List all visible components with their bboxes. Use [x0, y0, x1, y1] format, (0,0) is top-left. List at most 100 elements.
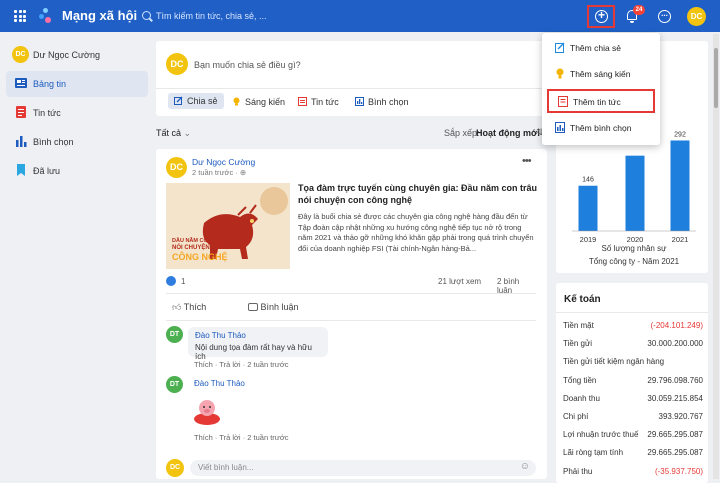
composer-input[interactable]: Bạn muốn chia sẻ điều gì?	[194, 60, 301, 70]
add-news-menu-item[interactable]: Thêm tin tức	[547, 89, 655, 113]
comment-time: 2 tuần trước	[247, 360, 289, 369]
add-initiative-menu-item[interactable]: Thêm sáng kiến	[546, 63, 656, 85]
emoji-icon[interactable]: ☺	[520, 461, 530, 472]
add-menu-dropdown: Thêm chia sẻ Thêm sáng kiến Thêm tin tức…	[542, 33, 660, 145]
more-options-icon[interactable]: ...	[658, 10, 671, 23]
sidebar-profile[interactable]: DC Dư Ngọc Cường	[6, 42, 148, 68]
action-label: Chia sẻ	[187, 96, 218, 106]
comment-bubble: Đào Thu Thảo Nội dung tọa đàm rất hay và…	[188, 327, 328, 361]
search-icon	[142, 11, 151, 20]
poll-action-button[interactable]: Bình chọn	[355, 97, 409, 107]
accounting-label: Lợi nhuận trước thuế	[563, 430, 639, 440]
initiative-action-button[interactable]: Sáng kiến	[232, 97, 285, 107]
scrollbar-thumb[interactable]	[714, 48, 718, 108]
poll-add-icon	[555, 122, 565, 133]
bar-2019[interactable]	[578, 185, 598, 231]
comment-button[interactable]: Bình luận	[248, 302, 299, 312]
comment-reply-link[interactable]: Trả lời	[219, 360, 240, 369]
add-button[interactable]: +	[587, 5, 615, 28]
like-label: Thích	[183, 302, 207, 312]
sidebar-item-saved[interactable]: Đã lưu	[6, 158, 148, 184]
commenter-name[interactable]: Đào Thu Thảo	[195, 331, 321, 340]
page-scrollbar[interactable]	[713, 34, 719, 479]
filter-dropdown[interactable]: Tất cả ⌄	[156, 128, 191, 139]
comment-input[interactable]: Viết bình luận... ☺	[190, 460, 536, 476]
action-label: Bình chọn	[368, 97, 409, 107]
comment-like-link[interactable]: Thích	[194, 360, 213, 369]
action-label: Tin tức	[311, 97, 339, 107]
menu-item-label: Thêm chia sẻ	[570, 43, 622, 53]
x-tick-label: 2021	[672, 235, 689, 244]
accounting-label: Tiền mặt	[563, 321, 594, 330]
news-action-button[interactable]: Tin tức	[298, 97, 339, 107]
accounting-label: Lãi ròng tạm tính	[563, 448, 624, 458]
user-avatar[interactable]: DC	[687, 7, 706, 26]
post-author-name[interactable]: Dư Ngọc Cường	[192, 157, 255, 167]
post-time-text: 2 tuần trước	[192, 168, 234, 177]
like-button[interactable]: 👍︎ Thích	[172, 302, 206, 313]
accounting-value: 30.059.215.854	[647, 393, 703, 403]
accounting-value: 29.665.295.087	[647, 430, 703, 440]
x-axis-label: Số lượng nhân sự	[602, 244, 668, 253]
accounting-value: (-35.937.750)	[654, 466, 703, 476]
commenter-name[interactable]: Đào Thu Thảo	[194, 379, 245, 388]
main-feed: DC Bạn muốn chia sẻ điều gì? Chia sẻ Sán…	[156, 41, 547, 479]
filter-label: Tất cả	[156, 128, 182, 138]
divider	[556, 312, 708, 313]
accounting-card: Kế toán Tiền mặt (-204.101.249) Tiền gửi 30…	[556, 283, 708, 483]
comment-time: 2 tuần trước	[247, 433, 289, 442]
accounting-row: Lợi nhuận trước thuế 29.665.295.087	[563, 430, 703, 442]
action-label: Sáng kiến	[245, 97, 286, 107]
news-add-icon	[558, 96, 568, 107]
lightbulb-icon	[556, 68, 564, 79]
globe-icon: ⊕	[239, 168, 247, 177]
comment-like-link[interactable]: Thích	[194, 433, 213, 442]
add-poll-menu-item[interactable]: Thêm bình chọn	[546, 117, 656, 139]
thumb-line-1: DẦU NĂM CON TRÂU	[172, 238, 229, 244]
lightbulb-icon	[233, 97, 240, 106]
post-title[interactable]: Tọa đàm trực tuyến cùng chuyên gia: Đầu …	[298, 182, 538, 206]
search-placeholder: Tìm kiếm tin tức, chia sẻ, ...	[156, 11, 267, 21]
post-excerpt: Đây là buổi chia sẻ được các chuyên gia …	[298, 212, 534, 253]
menu-item-label: Thêm sáng kiến	[570, 69, 631, 79]
news-icon	[298, 97, 307, 106]
x-tick-label: 2020	[627, 235, 644, 244]
post-thumbnail[interactable]: DẦU NĂM CON TRÂU NÓI CHUYỆN CON CÔNG NGH…	[166, 183, 290, 269]
comment-reply-link[interactable]: Trả lời	[219, 433, 240, 442]
accounting-label: Doanh thu	[563, 393, 600, 403]
thumb-line-3: CÔNG NGHỆ	[172, 252, 228, 262]
sort-dropdown[interactable]: Hoạt động mới	[476, 128, 540, 138]
share-edit-icon	[555, 42, 565, 53]
post-composer: DC Bạn muốn chia sẻ điều gì? Chia sẻ Sán…	[156, 41, 547, 116]
app-grid-icon[interactable]	[14, 10, 26, 22]
accounting-value: (-204.101.249)	[650, 321, 703, 330]
post-author-avatar[interactable]: DC	[166, 157, 187, 178]
sidebar-item-poll[interactable]: Bình chọn	[6, 129, 148, 155]
sidebar-item-news[interactable]: Tin tức	[6, 100, 148, 126]
commenter-avatar[interactable]: DT	[166, 376, 183, 393]
write-comment: DC Viết bình luận... ☺	[166, 459, 536, 477]
accounting-value: 393.920.767	[658, 412, 704, 421]
comment-actions: Thích · Trả lời · 2 tuần trước	[194, 433, 289, 442]
add-share-menu-item[interactable]: Thêm chia sẻ	[546, 37, 656, 59]
like-reaction-icon	[166, 276, 176, 286]
app-title[interactable]: Mạng xã hội	[62, 8, 137, 23]
accounting-row: Tiền mặt (-204.101.249)	[563, 321, 703, 333]
menu-item-label: Thêm tin tức	[573, 97, 621, 107]
accounting-row: Chi phí 393.920.767	[563, 412, 703, 424]
bar-2020[interactable]	[625, 155, 645, 231]
chart-subtitle: Tổng công ty - Năm 2021	[589, 257, 680, 266]
like-count[interactable]: 1	[181, 277, 185, 286]
post-more-icon[interactable]: •••	[522, 155, 532, 167]
search-input[interactable]: Tìm kiếm tin tức, chia sẻ, ...	[138, 6, 438, 26]
app-logo	[38, 8, 52, 24]
accounting-row: Phải thu (-35.937.750)	[563, 467, 703, 479]
menu-item-label: Thêm bình chọn	[570, 123, 632, 133]
commenter-avatar[interactable]: DT	[166, 326, 183, 343]
bar-2021[interactable]	[670, 140, 690, 231]
sidebar-item-newsfeed[interactable]: Bảng tin	[6, 71, 148, 97]
share-action-button[interactable]: Chia sẻ	[168, 93, 224, 109]
accounting-value: 29.796.098.760	[647, 375, 703, 385]
accounting-label: Tiền gửi	[563, 339, 593, 349]
post-time: 2 tuần trước · ⊕	[192, 168, 247, 177]
